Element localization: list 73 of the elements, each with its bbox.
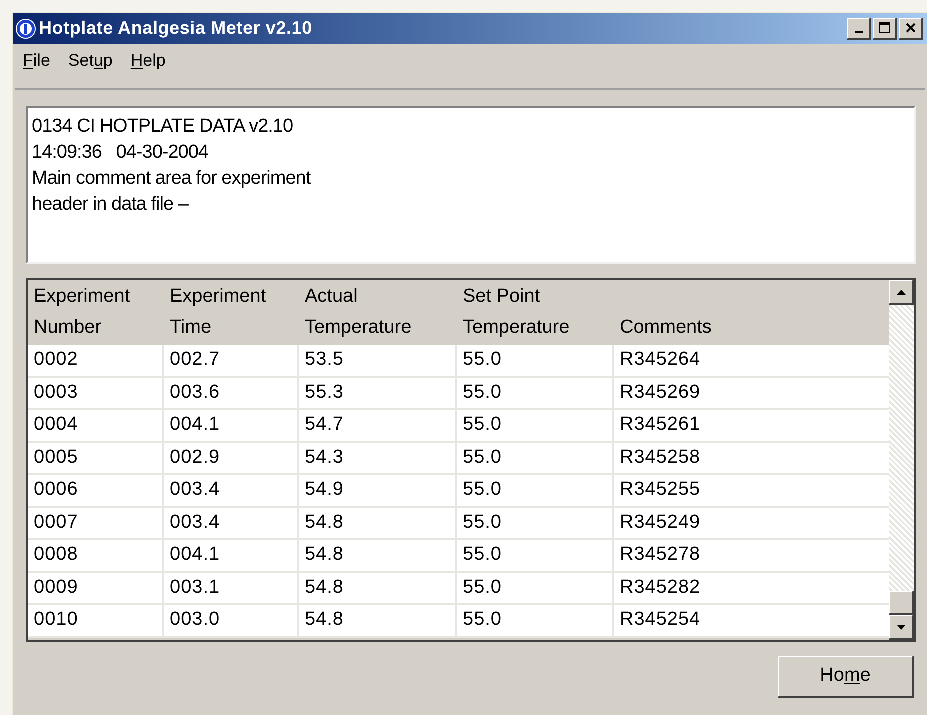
menu-item[interactable]: Setup	[68, 52, 113, 68]
table-cell: 54.8	[299, 508, 457, 538]
table-cell: 53.5	[299, 345, 457, 376]
table-cell: 002.9	[164, 442, 299, 473]
table-cell: 003.0	[164, 605, 299, 636]
table-cell: 54.8	[299, 605, 457, 636]
table-cell: 0002	[28, 345, 164, 376]
table-cell: 54.9	[299, 475, 457, 506]
comment-field[interactable]: 0134 CI HOTPLATE DATA v2.10 14:09:36 04-30-2004 Main comment area for experiment header in data file –	[26, 106, 916, 264]
table-cell: 0009	[28, 572, 164, 603]
comment-line: Main comment area for experiment	[32, 167, 312, 191]
menu-item[interactable]: Help	[130, 52, 166, 68]
table-cell: 55.0	[457, 540, 614, 570]
table-cell-text: R345249	[619, 510, 702, 534]
table-cell: 54.8	[299, 540, 457, 570]
table-cell-text: R345264	[619, 348, 702, 372]
table-cell-text: R345258	[619, 446, 702, 470]
table-cell: 55.3	[299, 378, 457, 408]
table-cell: 54.8	[299, 572, 457, 603]
table-cell: 54.7	[299, 410, 457, 440]
window-title: Hotplate Analgesia Meter v2.10	[39, 17, 312, 40]
scroll-down-button[interactable]	[889, 615, 914, 640]
comment-line: 14:09:36 04-30-2004	[32, 141, 210, 165]
table-cell: 002.7	[164, 345, 299, 376]
table-cell: 003.1	[164, 572, 299, 603]
table-cell: 003.4	[164, 475, 299, 506]
table-cell: 0008	[28, 540, 164, 570]
column-header: Experiment Time	[170, 285, 268, 340]
table-cell: 003.6	[164, 378, 299, 408]
close-icon	[904, 22, 916, 34]
table-cell: 003.4	[164, 508, 299, 538]
minimize-icon	[854, 31, 862, 33]
column-header: Comments	[620, 316, 713, 340]
table-cell: 55.0	[457, 345, 614, 376]
table-cell: 0003	[28, 378, 164, 408]
table-cell: 54.3	[299, 442, 457, 473]
table-cell: 0005	[28, 442, 164, 473]
table-cell: 004.1	[164, 410, 299, 440]
column-header: Actual Temperature	[305, 285, 413, 340]
table-cell-text: R345255	[619, 478, 702, 502]
comment-line: header in data file –	[32, 193, 190, 217]
table-cell: 0006	[28, 475, 164, 506]
comment-line: 0134 CI HOTPLATE DATA v2.10	[32, 115, 294, 139]
maximize-button[interactable]	[873, 18, 897, 40]
table-cell: 0007	[28, 508, 164, 538]
table-cell: 0004	[28, 410, 164, 440]
table-cell-text: R345278	[619, 543, 702, 567]
home-button[interactable]: Home	[778, 656, 914, 698]
table-cell: 55.0	[457, 410, 614, 440]
table-cell: 004.1	[164, 540, 299, 570]
scroll-thumb[interactable]	[889, 591, 914, 615]
table-cell-text: R345261	[619, 413, 702, 437]
menu-item[interactable]: File	[23, 52, 50, 68]
maximize-icon	[878, 22, 890, 34]
table-cell-text: R345282	[619, 576, 702, 600]
table-cell: 55.0	[457, 475, 614, 506]
table-cell: 0010	[28, 605, 164, 636]
scroll-up-button[interactable]	[889, 280, 914, 305]
table-cell-text: R345254	[619, 608, 702, 632]
column-header: Set Point Temperature	[463, 285, 571, 340]
table-cell-text: R345269	[619, 380, 702, 404]
vertical-scrollbar[interactable]	[889, 280, 914, 640]
table-cell: 55.0	[457, 442, 614, 473]
table-cell: 55.0	[457, 508, 614, 538]
table-cell: 55.0	[457, 572, 614, 603]
column-header: Experiment Number	[34, 285, 132, 340]
close-button[interactable]	[899, 18, 923, 40]
up-arrow-icon	[896, 290, 906, 294]
table-cell: 55.0	[457, 605, 614, 636]
table-cell: 55.0	[457, 378, 614, 408]
down-arrow-icon	[896, 624, 906, 630]
minimize-button[interactable]	[847, 18, 871, 40]
app-logo-icon	[15, 18, 37, 40]
